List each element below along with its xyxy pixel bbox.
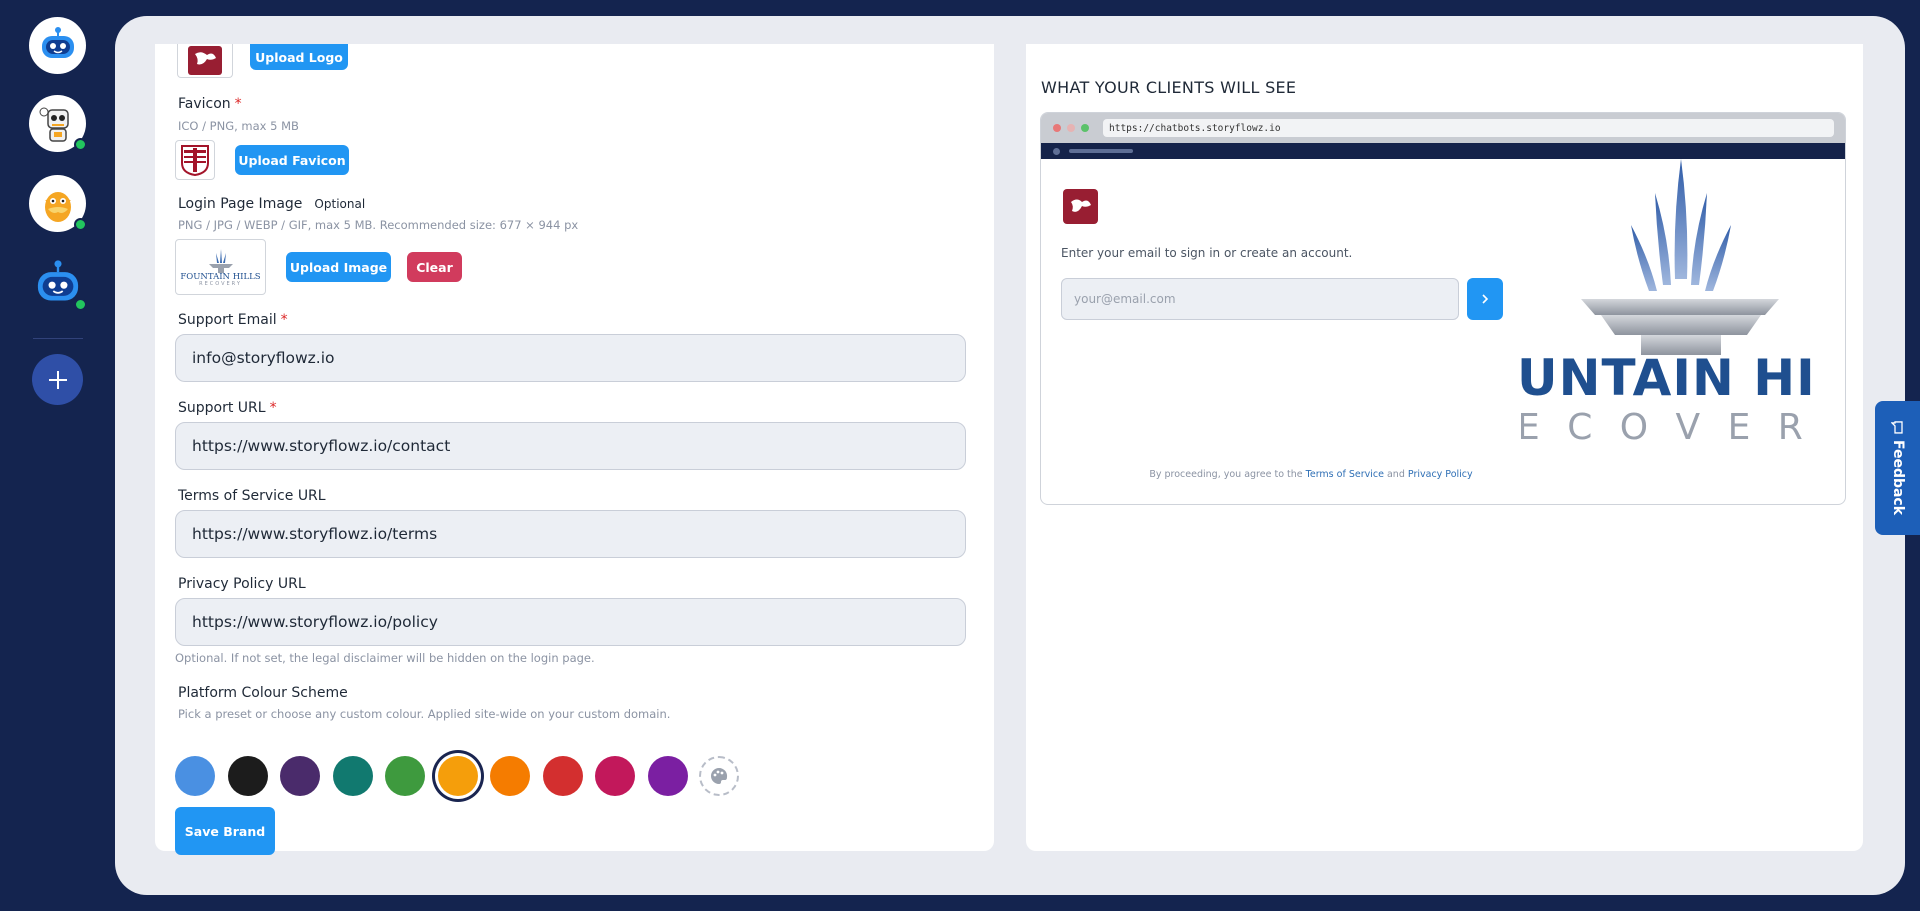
upload-logo-button[interactable]: Upload Logo — [250, 44, 348, 70]
thumb-brand-sub: RECOVERY — [199, 281, 242, 288]
clear-image-button[interactable]: Clear — [407, 252, 462, 282]
cougar-logo-icon — [1070, 199, 1091, 212]
bot-avatar-4[interactable] — [29, 255, 87, 312]
colour-swatch[interactable] — [490, 756, 530, 796]
bot-avatar-2[interactable] — [29, 95, 87, 152]
main-frame: Upload Logo Favicon * ICO / PNG, max 5 MB… — [115, 16, 1905, 895]
login-image-label: Login Page Image Optional — [178, 196, 366, 212]
plus-icon — [48, 370, 67, 389]
colour-swatch[interactable] — [332, 756, 373, 796]
preview-legal-text: By proceeding, you agree to the Terms of… — [1149, 469, 1473, 480]
colour-swatch[interactable] — [542, 756, 583, 796]
favicon-hint: ICO / PNG, max 5 MB — [178, 119, 299, 133]
colour-swatch[interactable] — [280, 756, 320, 796]
online-indicator — [74, 298, 87, 311]
fountain-icon — [208, 248, 233, 273]
fountain-hero-icon — [1581, 159, 1779, 355]
browser-mockup: https://chatbots.storyflowz.io Enter you… — [1040, 112, 1846, 505]
preview-login-hint: Enter your email to sign in or create an… — [1061, 246, 1353, 260]
cougar-logo-icon — [188, 45, 222, 75]
colour-swatch[interactable] — [647, 756, 688, 796]
colour-swatch[interactable] — [595, 756, 635, 796]
crest-icon — [181, 145, 209, 177]
preview-title: WHAT YOUR CLIENTS WILL SEE — [1041, 78, 1297, 97]
bot-avatar-1[interactable] — [29, 17, 86, 74]
browser-chrome: https://chatbots.storyflowz.io — [1041, 113, 1845, 143]
logo-thumbnail — [177, 44, 233, 78]
robot-icon — [39, 107, 69, 142]
colour-scheme-label: Platform Colour Scheme — [178, 685, 348, 701]
colour-swatch[interactable] — [385, 756, 425, 796]
online-indicator — [74, 218, 87, 231]
preview-privacy-link: Privacy Policy — [1407, 469, 1473, 480]
support-email-input[interactable]: info@storyflowz.io — [175, 334, 966, 382]
upload-image-button[interactable]: Upload Image — [286, 252, 391, 282]
preview-logo — [1063, 189, 1098, 224]
window-minimize-dot — [1067, 124, 1075, 132]
upload-favicon-button[interactable]: Upload Favicon — [235, 145, 349, 175]
support-url-input[interactable]: https://www.storyflowz.io/contact — [175, 422, 966, 470]
terms-url-input[interactable]: https://www.storyflowz.io/terms — [175, 510, 966, 558]
preview-terms-link: Terms of Service — [1305, 469, 1384, 480]
preview-submit-button — [1467, 278, 1503, 320]
preview-nav-strip — [1041, 143, 1845, 159]
bot-avatar-3[interactable] — [29, 175, 87, 232]
palette-icon — [711, 767, 728, 784]
preview-login-image: UNTAIN HI E C O V E R — [1521, 159, 1845, 504]
favicon-thumbnail — [175, 140, 215, 180]
privacy-url-hint: Optional. If not set, the legal disclaim… — [175, 651, 595, 665]
sidebar-divider — [33, 338, 83, 339]
hero-brand-sub: E C O V E R — [1521, 407, 1811, 448]
online-indicator — [74, 138, 87, 151]
support-email-label: Support Email * — [178, 312, 288, 328]
preview-email-input: your@email.com — [1061, 278, 1459, 320]
chevron-right-icon — [1482, 294, 1489, 304]
login-image-thumbnail: FOUNTAIN HILLS RECOVERY — [175, 239, 266, 295]
client-preview-panel: WHAT YOUR CLIENTS WILL SEE https://chatb… — [1026, 44, 1863, 851]
feedback-tab[interactable]: Feedback — [1875, 401, 1920, 535]
login-image-hint: PNG / JPG / WEBP / GIF, max 5 MB. Recomm… — [178, 218, 579, 232]
terms-url-label: Terms of Service URL — [178, 488, 326, 504]
window-maximize-dot — [1081, 124, 1089, 132]
colour-swatch[interactable] — [227, 756, 268, 796]
colour-scheme-hint: Pick a preset or choose any custom colou… — [178, 707, 671, 721]
browser-url-bar: https://chatbots.storyflowz.io — [1103, 119, 1834, 137]
colour-swatch[interactable] — [437, 756, 478, 796]
chat-bubble-icon — [1891, 421, 1903, 434]
robot-icon — [41, 26, 74, 58]
feedback-label: Feedback — [1889, 439, 1906, 516]
window-close-dot — [1053, 124, 1061, 132]
privacy-url-input[interactable]: https://www.storyflowz.io/policy — [175, 598, 966, 646]
favicon-label: Favicon * — [178, 96, 242, 112]
lorax-icon — [44, 191, 71, 222]
colour-swatch[interactable] — [175, 756, 215, 796]
brand-settings-form: Upload Logo Favicon * ICO / PNG, max 5 MB… — [155, 44, 994, 855]
support-url-label: Support URL * — [178, 400, 277, 416]
save-brand-button[interactable]: Save Brand — [175, 807, 275, 855]
bot-sidebar — [0, 0, 115, 911]
custom-colour-picker[interactable] — [699, 756, 739, 796]
privacy-url-label: Privacy Policy URL — [178, 576, 306, 592]
thumb-brand-text: FOUNTAIN HILLS — [180, 271, 261, 282]
add-bot-button[interactable] — [32, 354, 83, 405]
hero-brand-text: UNTAIN HI — [1521, 349, 1816, 407]
